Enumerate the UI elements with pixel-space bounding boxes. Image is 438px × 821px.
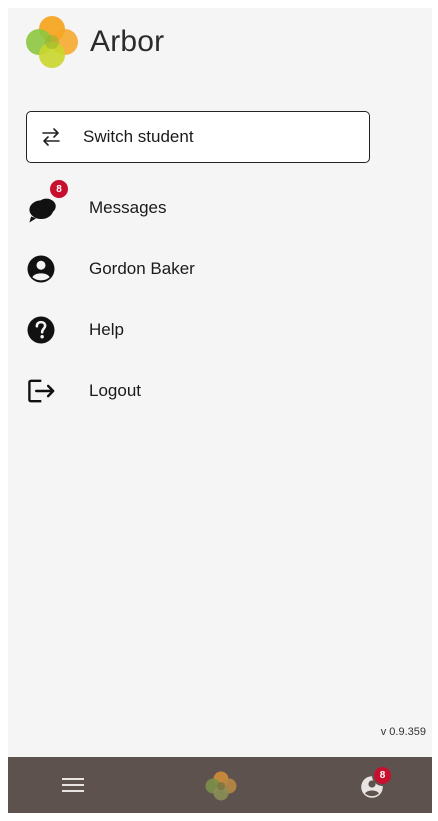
logout-icon [28,379,55,403]
bottom-profile-button[interactable]: 8 [360,765,393,799]
switch-student-label: Switch student [83,127,194,146]
hamburger-icon[interactable] [62,775,84,795]
app-logo: Arbor [24,14,164,70]
question-circle-icon [27,316,55,344]
help-label: Help [89,320,124,339]
frame-left [0,0,8,821]
menu-item-help[interactable]: Help [26,310,124,350]
frame-bottom [0,813,438,821]
frame-right [432,0,438,821]
app-version: v 0.9.359 [380,726,426,738]
profile-badge: 8 [372,765,393,786]
logout-label: Logout [89,381,141,400]
arbor-logo-icon [26,16,78,68]
profile-name: Gordon Baker [89,259,195,278]
switch-student-button[interactable]: Switch student [26,111,370,163]
bottom-navigation-bar: 8 [8,757,432,813]
arbor-logo-icon[interactable] [204,771,238,801]
user-circle-icon [27,255,55,283]
messages-badge: 8 [48,178,70,200]
frame-top [0,0,438,8]
swap-arrows-icon [42,128,60,146]
menu-item-profile[interactable]: Gordon Baker [26,249,195,289]
menu-item-logout[interactable]: Logout [26,371,141,411]
messages-label: Messages [89,198,167,217]
menu-item-messages[interactable]: 8 Messages [26,178,167,228]
app-name: Arbor [90,25,165,58]
